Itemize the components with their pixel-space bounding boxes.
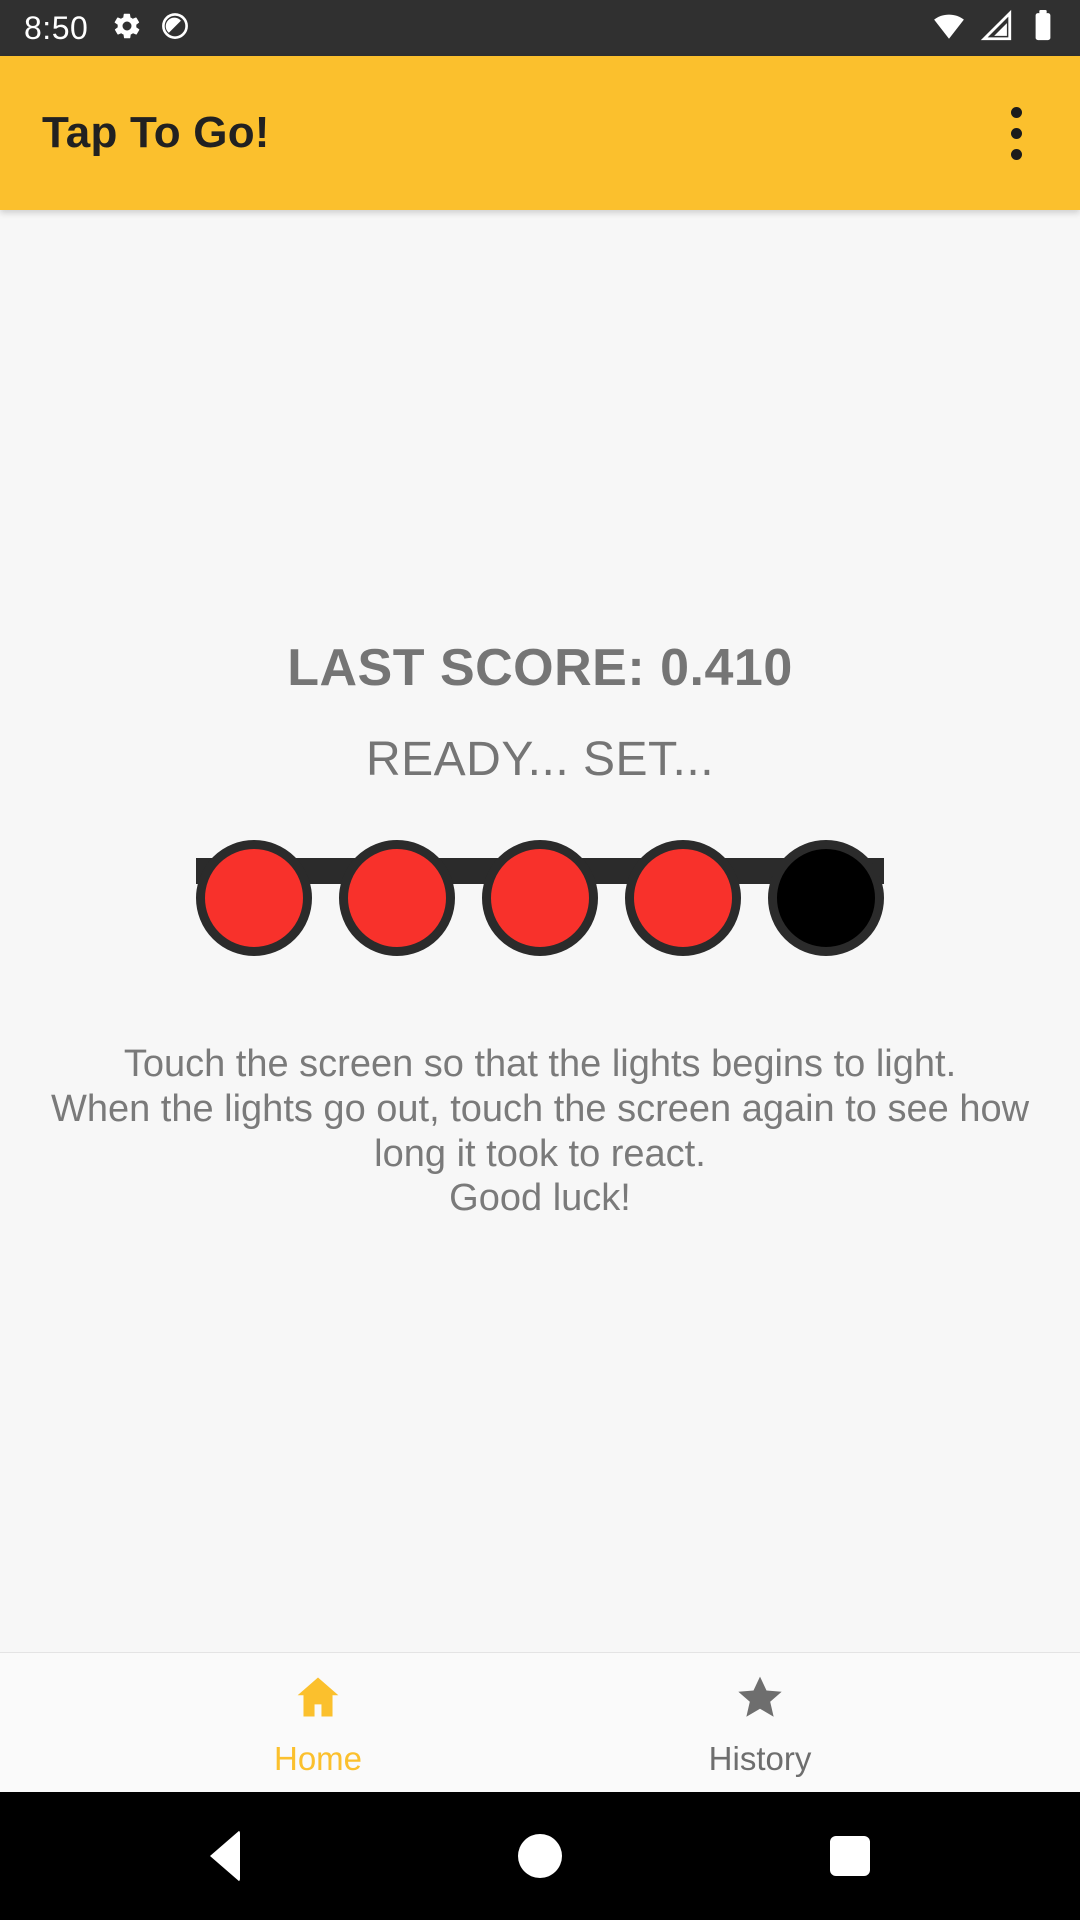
light-1: [196, 840, 312, 956]
instructions-text: Touch the screen so that the lights begi…: [0, 1042, 1080, 1221]
instructions-line: Touch the screen so that the lights begi…: [123, 1043, 957, 1085]
last-score-label: LAST SCORE: 0.410: [287, 639, 793, 697]
back-triangle-icon: [210, 1830, 240, 1882]
recents-square-icon: [830, 1836, 870, 1876]
home-icon: [292, 1671, 344, 1728]
status-bar-notification-icons: [112, 11, 190, 46]
instructions-line: long it took to react.: [374, 1132, 706, 1175]
game-state-label: READY... SET...: [365, 733, 715, 786]
light-5: [768, 840, 884, 956]
system-recents-button[interactable]: [790, 1792, 910, 1920]
circle-slash-icon: [160, 11, 190, 46]
system-navigation-bar: [0, 1792, 1080, 1920]
instructions-line: Good luck!: [449, 1177, 631, 1220]
status-bar-clock: 8:50: [24, 10, 89, 46]
overflow-dot: [1010, 106, 1022, 118]
overflow-menu-button[interactable]: [988, 91, 1044, 175]
home-circle-icon: [518, 1834, 562, 1878]
nav-item-history[interactable]: History: [660, 1653, 860, 1793]
overflow-dot: [1010, 127, 1022, 139]
wifi-icon: [932, 9, 966, 48]
nav-label-home: Home: [273, 1740, 363, 1777]
cell-signal-icon: [980, 9, 1014, 48]
status-bar-system-icons: [932, 0, 1058, 56]
light-4: [625, 840, 741, 956]
app-bar: Tap To Go!: [0, 56, 1080, 210]
nav-label-history: History: [708, 1740, 812, 1777]
nav-item-home[interactable]: Home: [218, 1653, 418, 1793]
page-title: Tap To Go!: [42, 108, 270, 157]
status-bar: 8:50: [0, 0, 1080, 56]
light-2: [339, 840, 455, 956]
bottom-navigation: Home History: [0, 1652, 1080, 1792]
battery-icon: [1028, 9, 1058, 47]
overflow-dot: [1010, 148, 1022, 160]
system-home-button[interactable]: [480, 1792, 600, 1920]
light-3: [482, 840, 598, 956]
gear-icon: [112, 11, 142, 46]
instructions-line: When the lights go out, touch the screen…: [50, 1087, 1030, 1130]
system-back-button[interactable]: [165, 1792, 285, 1920]
star-icon: [734, 1671, 786, 1728]
game-area[interactable]: LAST SCORE: 0.410 READY... SET... Touch …: [0, 210, 1080, 1652]
lights-row: [196, 836, 884, 960]
app-screen: 8:50 Tap To Go! LAST SCORE: 0.410 READY.…: [0, 0, 1080, 1920]
lights-panel: [0, 836, 1080, 960]
